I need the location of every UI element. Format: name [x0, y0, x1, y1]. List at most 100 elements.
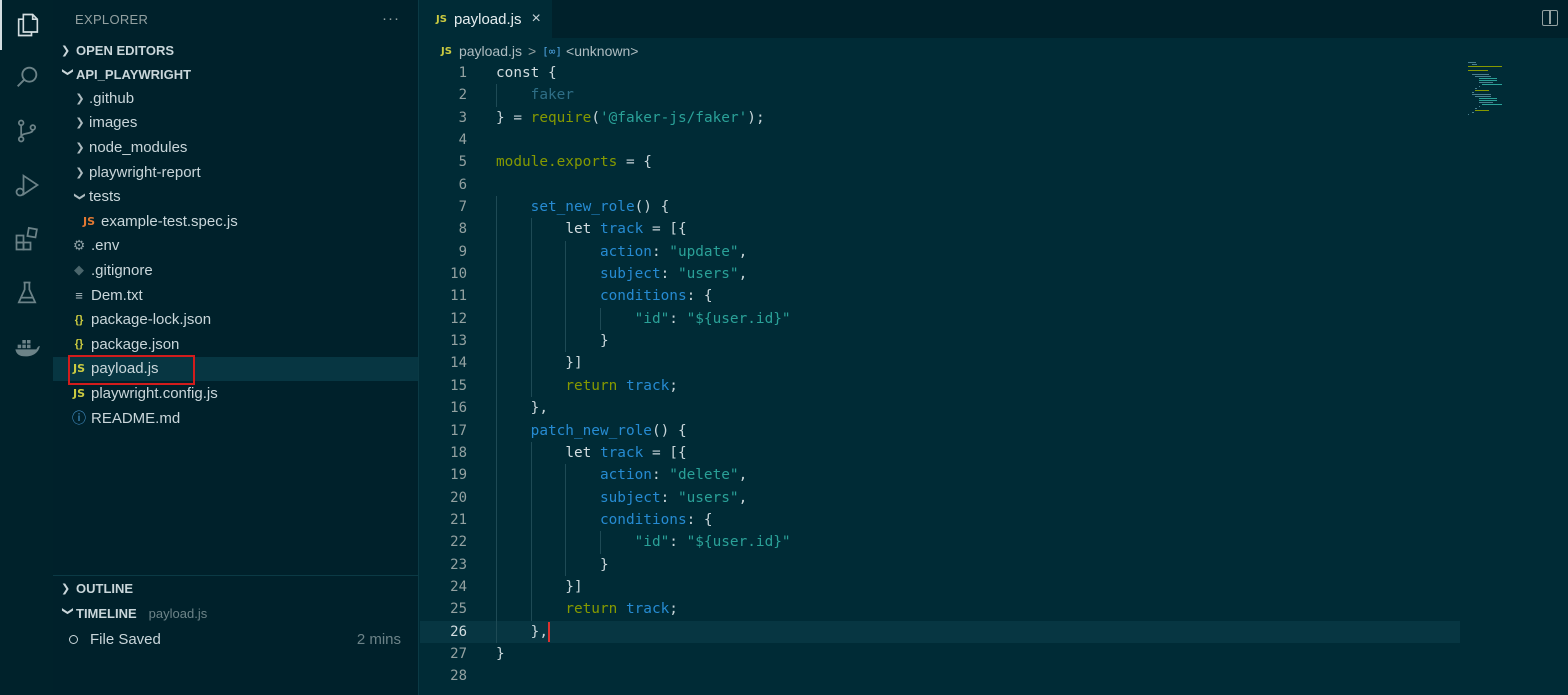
tree-item-tests[interactable]: ❯ tests — [53, 184, 418, 209]
timeline-header[interactable]: ❯ TIMELINE payload.js — [53, 601, 419, 626]
code-line[interactable]: 6 — [420, 174, 1460, 196]
line-number: 13 — [450, 333, 467, 350]
line-number: 1 — [458, 65, 467, 81]
tree-item-package-json[interactable]: {} package.json — [53, 332, 418, 357]
open-editors-header[interactable]: ❯ OPEN EDITORS — [53, 38, 418, 62]
code-line[interactable]: 27} — [420, 643, 1460, 665]
breadcrumb-file[interactable]: payload.js — [459, 43, 522, 59]
code-line[interactable]: 19 action: "delete", — [420, 464, 1460, 487]
search-icon[interactable] — [0, 52, 53, 102]
testing-icon[interactable] — [0, 268, 53, 318]
code-editor[interactable]: 1 const {2 faker 3} = require('@faker-js/f… — [420, 62, 1460, 688]
line-source: conditions: { — [599, 511, 713, 528]
project-header[interactable]: ❯ API_PLAYWRIGHT — [53, 62, 418, 86]
code-line[interactable]: 18 let track = [{ — [420, 441, 1460, 465]
explorer-icon[interactable] — [0, 0, 53, 50]
tree-item-payload-js[interactable]: JS payload.js — [53, 354, 418, 385]
tree-item-node-modules[interactable]: ❯ node_modules — [53, 135, 418, 160]
code-line[interactable]: 7 set_new_role() { — [420, 196, 1460, 219]
run-debug-icon[interactable] — [0, 160, 53, 210]
code-line[interactable]: 22 "id": "${user.id}" — [420, 531, 1460, 554]
tree-item-github[interactable]: ❯ .github — [53, 86, 418, 111]
line-source: const { — [496, 65, 557, 81]
docker-icon[interactable] — [0, 322, 53, 372]
tree-item-package-lock[interactable]: {} package-lock.json — [53, 307, 418, 332]
code-line[interactable]: 20 subject: "users", — [420, 486, 1460, 509]
minimap-line — [1471, 112, 1474, 113]
minimap-line — [1478, 98, 1498, 99]
timeline-entry-label: File Saved — [90, 630, 161, 648]
code-line[interactable]: 13 } — [420, 330, 1460, 353]
code-line[interactable]: 11 conditions: { — [420, 285, 1460, 308]
timeline-entry[interactable]: File Saved 2 mins — [53, 626, 419, 652]
line-number: 14 — [450, 355, 467, 372]
code-line[interactable]: 23 } — [420, 553, 1460, 576]
code-line[interactable]: 3} = require('@faker-js/faker'); — [420, 107, 1460, 129]
code-line[interactable]: 5 module.exports = { — [420, 151, 1460, 173]
code-line[interactable]: 16 }, — [420, 397, 1460, 420]
line-number: 19 — [450, 467, 467, 484]
extensions-icon[interactable] — [0, 214, 53, 264]
outline-header[interactable]: ❯ OUTLINE — [53, 576, 419, 601]
code-line[interactable]: 8 let track = [{ — [420, 218, 1460, 241]
symbol-icon: [∞] — [542, 44, 563, 58]
code-line[interactable]: 4 — [420, 129, 1460, 151]
tree-item-readme[interactable]: ⓘ README.md — [53, 406, 418, 431]
tree-item-label: example-test.spec.js — [101, 212, 238, 230]
breadcrumb: JS payload.js > [∞] <unknown> — [420, 38, 1568, 64]
tree-item-label: .github — [89, 89, 135, 107]
open-editors-label: OPEN EDITORS — [76, 42, 175, 58]
tree-item-label: package.json — [91, 335, 180, 353]
minimap-line — [1475, 108, 1478, 109]
tree-item-env[interactable]: ⚙ .env — [53, 234, 418, 259]
minimap-line — [1468, 70, 1488, 71]
chevron-right-icon: ❯ — [75, 92, 85, 105]
tree-item-dem-txt[interactable]: ≡ Dem.txt — [53, 283, 418, 308]
breadcrumb-symbol[interactable]: <unknown> — [566, 43, 638, 59]
tree-item-playwright-config[interactable]: JS playwright.config.js — [53, 381, 418, 406]
code-line[interactable]: 25 return track; — [420, 598, 1460, 621]
tree-item-label: .gitignore — [91, 261, 153, 279]
line-number: 16 — [450, 400, 467, 417]
explorer-sidebar: EXPLORER ··· ❯ OPEN EDITORS ❯ API_PLAYWR… — [53, 0, 419, 695]
minimap-line — [1478, 86, 1480, 87]
line-number: 12 — [450, 310, 467, 327]
minimap-line — [1468, 66, 1503, 67]
code-line[interactable]: 10 subject: "users", — [420, 263, 1460, 286]
line-source: patch_new_role() { — [530, 422, 687, 439]
code-line[interactable]: 26 }, — [420, 620, 1460, 643]
line-number: 15 — [450, 377, 467, 394]
code-line[interactable]: 24 }] — [420, 575, 1460, 599]
minimap[interactable] — [1460, 62, 1568, 132]
more-actions-icon[interactable]: ··· — [382, 10, 400, 27]
chevron-right-icon: ❯ — [75, 141, 85, 154]
code-line[interactable]: 28 — [420, 665, 1460, 687]
minimap-line — [1478, 78, 1498, 79]
tree-item-playwright-report[interactable]: ❯ playwright-report — [53, 160, 418, 185]
code-line[interactable]: 2 faker — [420, 84, 1460, 107]
line-number: 21 — [450, 511, 467, 528]
tree-item-label: Dem.txt — [91, 286, 143, 304]
line-source: }, — [496, 621, 550, 642]
code-line[interactable]: 17 patch_new_role() { — [420, 419, 1460, 442]
tab-payload-js[interactable]: JS payload.js × — [420, 0, 552, 38]
split-editor-icon[interactable] — [1542, 10, 1558, 26]
diamond-icon: ◆ — [74, 262, 84, 278]
minimap-line — [1478, 102, 1494, 103]
code-line[interactable]: 12 "id": "${user.id}" — [420, 307, 1460, 331]
tree-item-images[interactable]: ❯ images — [53, 111, 418, 136]
line-number: 10 — [450, 266, 467, 283]
code-line[interactable]: 15 return track; — [420, 374, 1460, 398]
code-line[interactable]: 9 action: "update", — [420, 240, 1460, 264]
line-number: 2 — [458, 87, 467, 104]
source-control-icon[interactable] — [0, 106, 53, 156]
tree-item-example-test[interactable]: JS example-test.spec.js — [53, 209, 418, 234]
tree-item-label: README.md — [91, 409, 181, 427]
code-line[interactable]: 14 }] — [420, 352, 1460, 375]
tree-item-gitignore[interactable]: ◆ .gitignore — [53, 258, 418, 283]
close-icon[interactable]: × — [531, 10, 540, 28]
minimap-line — [1471, 94, 1492, 95]
line-source: faker — [530, 87, 574, 104]
code-line[interactable]: 1 const { — [420, 62, 1460, 84]
code-line[interactable]: 21 conditions: { — [420, 508, 1460, 532]
